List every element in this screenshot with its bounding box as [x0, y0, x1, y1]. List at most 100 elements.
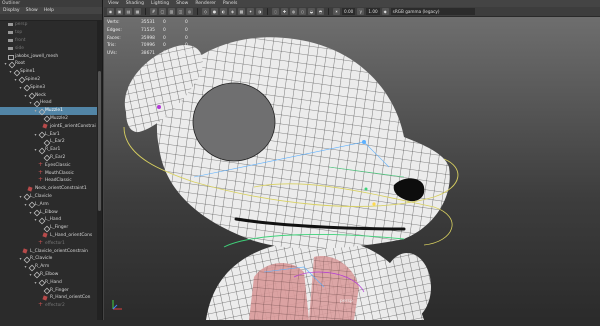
lock-camera-icon[interactable]: ▣	[116, 8, 123, 15]
character-body[interactable]	[206, 239, 431, 320]
outliner-item[interactable]: ▾ Head	[0, 99, 97, 107]
outliner-item[interactable]: side	[0, 44, 97, 52]
outliner-item-label: Neck_orientConstraint1	[35, 186, 87, 192]
hud-label: Faces:	[107, 35, 121, 41]
smooth-shade-icon[interactable]: ●	[211, 8, 218, 15]
exposure-icon[interactable]: ☀	[333, 8, 340, 15]
outliner-item[interactable]: L_Finger	[0, 224, 97, 232]
lights-icon[interactable]: ✦	[247, 8, 254, 15]
outliner-item[interactable]: Muzzle2	[0, 115, 97, 123]
outliner-item-label: effector1	[45, 240, 65, 246]
menu-help[interactable]: Help	[44, 8, 54, 13]
antialiasing-icon[interactable]: ◒	[308, 8, 315, 15]
outliner-item[interactable]: front	[0, 37, 97, 45]
resolution-gate-icon[interactable]: ▥	[168, 8, 175, 15]
ambient-occlusion-icon[interactable]: ○	[299, 8, 306, 15]
exposure-field[interactable]: 0.00	[342, 8, 356, 15]
outliner-item[interactable]: ▾ Muzzle1	[0, 106, 97, 115]
outliner-item[interactable]: ▾ L_Clavicle	[0, 193, 97, 201]
image-plane-icon[interactable]: ▦	[134, 8, 141, 15]
outliner-item[interactable]: ▾ Spine2	[0, 76, 97, 84]
outliner-item[interactable]: R_Hand_orientCon	[0, 294, 97, 302]
xray-icon[interactable]: ◌	[272, 8, 279, 15]
gamma-icon[interactable]: γ	[357, 8, 365, 15]
outliner-item-label: R_Arm	[35, 264, 50, 270]
outliner-item[interactable]: R_Finger	[0, 286, 97, 294]
outliner-item[interactable]: top	[0, 29, 97, 37]
outliner-item[interactable]: Neck_orientConstraint1	[0, 185, 97, 193]
viewport-panel: View Shading Lighting Show Renderer Pane…	[104, 0, 600, 326]
outliner-item-label: Muzzle1	[45, 108, 63, 114]
outliner-item[interactable]: persp	[0, 21, 97, 29]
outliner-item[interactable]: effector1	[0, 239, 97, 247]
outliner-item[interactable]: MouthClassic	[0, 169, 97, 177]
joint-icon	[38, 280, 43, 285]
menu-lighting[interactable]: Lighting	[151, 1, 169, 6]
shadows-icon[interactable]: ◑	[256, 8, 263, 15]
outliner-item-label: persp	[15, 22, 28, 28]
select-camera-icon[interactable]: ◉	[107, 8, 114, 15]
hud-row: Edges: 71535 0 0	[107, 27, 195, 35]
outliner-item[interactable]: ▾ Spine1	[0, 68, 97, 76]
default-material-icon[interactable]: ◐	[220, 8, 227, 15]
menu-renderer[interactable]: Renderer	[195, 1, 216, 6]
gamma-field[interactable]: 1.00	[366, 8, 380, 15]
outliner-item[interactable]: ▾ R_Hand	[0, 278, 97, 286]
outliner-item[interactable]: ▾ R_Elbow	[0, 271, 97, 279]
isolate-select-icon[interactable]: ◍	[290, 8, 297, 15]
menu-shading[interactable]: Shading	[126, 1, 144, 6]
outliner-item[interactable]: HeadClassic	[0, 176, 97, 185]
hud-value: 70996	[141, 43, 155, 49]
outliner-item[interactable]: R_Ear2	[0, 154, 97, 162]
scrollbar-thumb[interactable]	[98, 71, 101, 211]
hud-value: 38671	[141, 51, 155, 57]
gate-mask-icon[interactable]: ◫	[177, 8, 184, 15]
hud-value: 0	[185, 35, 188, 41]
menu-panels[interactable]: Panels	[223, 1, 237, 6]
outliner-item[interactable]: ▾ Neck	[0, 91, 97, 99]
outliner-item[interactable]: EyesClassic	[0, 161, 97, 169]
outliner-item[interactable]: L_Ear2	[0, 138, 97, 146]
menu-show[interactable]: Show	[176, 1, 188, 6]
joint-icon	[38, 147, 43, 152]
textured-icon[interactable]: ▩	[238, 8, 245, 15]
wireframe-on-shaded-icon[interactable]: ◈	[229, 8, 236, 15]
outliner-filter-field[interactable]	[0, 14, 102, 21]
outliner-scrollbar[interactable]	[97, 21, 102, 320]
outliner-item[interactable]: L_Hand_orientCons	[0, 232, 97, 240]
outliner-item[interactable]: L_Clavicle_orientConstrain	[0, 247, 97, 255]
outliner-item[interactable]: effector2	[0, 301, 97, 310]
outliner-item[interactable]: ▾ R_Clavicle	[0, 255, 97, 263]
camera-icon	[8, 38, 13, 43]
camera-icon	[8, 22, 13, 27]
field-chart-icon[interactable]: ◎	[186, 8, 193, 15]
locator-icon	[38, 169, 43, 176]
outliner-item[interactable]: ▾ L_Elbow	[0, 208, 97, 216]
outliner-item[interactable]: ▾ R_Ear1	[0, 146, 97, 154]
outliner-item[interactable]: ▾ L_Ear1	[0, 130, 97, 138]
bookmark-icon[interactable]: ▤	[125, 8, 132, 15]
color-management-icon[interactable]: ◆	[381, 8, 389, 15]
constraint-icon	[28, 186, 33, 191]
menu-view[interactable]: View	[108, 1, 119, 6]
viewport-canvas[interactable]: Verts: 35531 0 0 Edges: 71535 0 0 Faces:…	[104, 17, 600, 320]
joint-icon	[23, 85, 28, 90]
hud-value: 0	[163, 20, 166, 26]
film-gate-icon[interactable]: ▢	[159, 8, 166, 15]
grid-icon[interactable]: #	[150, 8, 157, 15]
xray-joints-icon[interactable]: ✚	[281, 8, 288, 15]
outliner-item[interactable]: ▾ L_Arm	[0, 200, 97, 208]
outliner-item[interactable]: jakobs_jowell_mesh	[0, 52, 97, 60]
outliner-item[interactable]: jointE_orientConstrai	[0, 122, 97, 130]
outliner-item[interactable]: ▾ Root	[0, 60, 97, 68]
outliner-item[interactable]: ▾ Spine3	[0, 83, 97, 91]
outliner-item[interactable]: ▾ R_Arm	[0, 263, 97, 271]
menu-show[interactable]: Show	[26, 8, 38, 13]
outliner-item-label: Spine3	[30, 84, 46, 90]
depth-of-field-icon[interactable]: ◓	[317, 8, 324, 15]
outliner-item-label: top	[15, 30, 23, 36]
menu-display[interactable]: Display	[3, 8, 20, 13]
wireframe-icon[interactable]: ◇	[202, 8, 209, 15]
view-transform-dropdown[interactable]: sRGB gamma (legacy)	[390, 8, 475, 15]
outliner-item[interactable]: ▾ L_Hand	[0, 216, 97, 224]
